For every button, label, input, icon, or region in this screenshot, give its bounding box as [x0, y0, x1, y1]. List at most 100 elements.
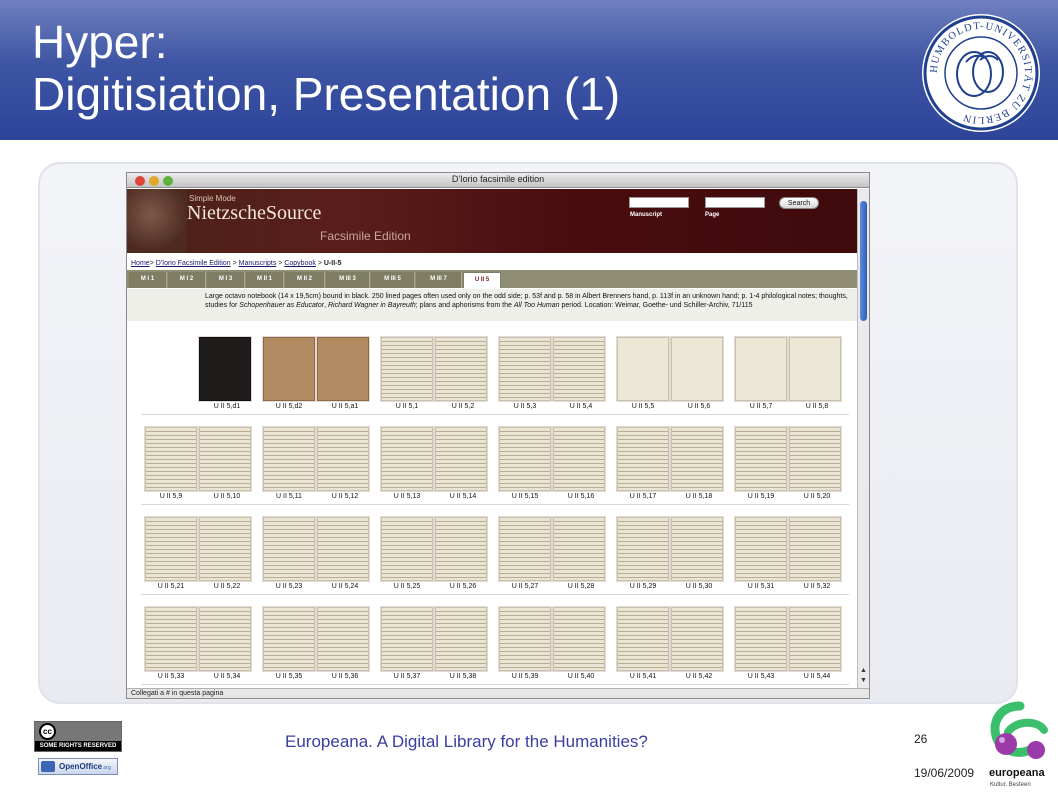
thumbnail-label[interactable]: U II 5,12: [317, 493, 373, 500]
thumbnail-label[interactable]: U II 5,42: [671, 673, 727, 680]
thumbnail-label[interactable]: U II 5,44: [789, 673, 845, 680]
manuscript-page-thumbnail[interactable]: [789, 607, 841, 671]
thumbnail-pair[interactable]: U II 5,13 U II 5,14: [377, 427, 495, 507]
manuscript-page-thumbnail[interactable]: [617, 337, 669, 401]
thumbnail-label[interactable]: U II 5,10: [199, 493, 255, 500]
thumbnail-pair[interactable]: U II 5,5 U II 5,6: [613, 337, 731, 417]
breadcrumb-copybook[interactable]: Copybook: [284, 260, 316, 267]
vertical-scrollbar[interactable]: ▲ ▼: [857, 189, 869, 689]
manuscript-page-thumbnail[interactable]: [553, 427, 605, 491]
thumbnail-pair[interactable]: U II 5,3 U II 5,4: [495, 337, 613, 417]
thumbnail-label[interactable]: U II 5,2: [435, 403, 491, 410]
manuscript-page-thumbnail[interactable]: [317, 427, 369, 491]
manuscript-page-thumbnail[interactable]: [617, 607, 669, 671]
manuscript-page-thumbnail[interactable]: [671, 427, 723, 491]
manuscript-page-thumbnail[interactable]: [789, 427, 841, 491]
scroll-up-icon[interactable]: ▲: [860, 667, 867, 675]
manuscript-page-thumbnail[interactable]: [735, 517, 787, 581]
window-titlebar[interactable]: D'Iorio facsimile edition: [127, 173, 869, 188]
thumbnail-label[interactable]: U II 5,21: [143, 583, 199, 590]
manuscript-page-thumbnail[interactable]: [735, 607, 787, 671]
thumbnail-pair[interactable]: U II 5,d1: [141, 337, 259, 417]
thumbnail-label[interactable]: U II 5,31: [733, 583, 789, 590]
thumbnail-label[interactable]: U II 5,d2: [261, 403, 317, 410]
thumbnail-pair[interactable]: U II 5,35 U II 5,36: [259, 607, 377, 687]
manuscript-page-thumbnail[interactable]: [499, 607, 551, 671]
manuscript-page-thumbnail[interactable]: [435, 337, 487, 401]
manuscript-page-thumbnail[interactable]: [789, 337, 841, 401]
thumbnail-label[interactable]: U II 5,9: [143, 493, 199, 500]
thumbnail-label[interactable]: U II 5,11: [261, 493, 317, 500]
manuscript-page-thumbnail[interactable]: [199, 427, 251, 491]
manuscript-page-thumbnail[interactable]: [435, 427, 487, 491]
manuscript-page-thumbnail[interactable]: [199, 607, 251, 671]
thumbnail-pair[interactable]: U II 5,33 U II 5,34: [141, 607, 259, 687]
tab-m-i-2[interactable]: M I 2: [168, 272, 206, 288]
breadcrumb-home[interactable]: Home: [131, 260, 150, 267]
manuscript-page-thumbnail[interactable]: [735, 337, 787, 401]
thumbnail-pair[interactable]: U II 5,1 U II 5,2: [377, 337, 495, 417]
thumbnail-label[interactable]: U II 5,26: [435, 583, 491, 590]
thumbnail-label[interactable]: U II 5,17: [615, 493, 671, 500]
thumbnail-pair[interactable]: U II 5,43 U II 5,44: [731, 607, 849, 687]
thumbnail-label[interactable]: U II 5,23: [261, 583, 317, 590]
manuscript-page-thumbnail[interactable]: [671, 337, 723, 401]
thumbnail-label[interactable]: U II 5,28: [553, 583, 609, 590]
thumbnail-label[interactable]: U II 5,35: [261, 673, 317, 680]
thumbnail-label[interactable]: U II 5,30: [671, 583, 727, 590]
manuscript-page-thumbnail[interactable]: [263, 607, 315, 671]
thumbnail-label[interactable]: U II 5,34: [199, 673, 255, 680]
manuscript-page-thumbnail[interactable]: [145, 517, 197, 581]
thumbnail-pair[interactable]: U II 5,d2 U II 5,a1: [259, 337, 377, 417]
thumbnail-label[interactable]: U II 5,29: [615, 583, 671, 590]
manuscript-page-thumbnail[interactable]: [553, 517, 605, 581]
manuscript-page-thumbnail[interactable]: [499, 337, 551, 401]
thumbnail-label[interactable]: U II 5,24: [317, 583, 373, 590]
thumbnail-label[interactable]: U II 5,6: [671, 403, 727, 410]
tab-m-iii-7[interactable]: M III 7: [416, 272, 462, 288]
breadcrumb-edition[interactable]: D'Iorio Facsimile Edition: [156, 260, 231, 267]
thumbnail-label[interactable]: U II 5,36: [317, 673, 373, 680]
thumbnail-label[interactable]: U II 5,15: [497, 493, 553, 500]
breadcrumb-manuscripts[interactable]: Manuscripts: [239, 260, 277, 267]
manuscript-page-thumbnail[interactable]: [263, 517, 315, 581]
thumbnail-label[interactable]: U II 5,19: [733, 493, 789, 500]
thumbnail-pair[interactable]: U II 5,29 U II 5,30: [613, 517, 731, 597]
manuscript-page-thumbnail[interactable]: [671, 607, 723, 671]
thumbnail-pair[interactable]: U II 5,37 U II 5,38: [377, 607, 495, 687]
openoffice-badge[interactable]: OpenOffice.org: [38, 758, 118, 775]
thumbnail-label[interactable]: U II 5,43: [733, 673, 789, 680]
manuscript-page-thumbnail[interactable]: [381, 517, 433, 581]
tab-m-ii-2[interactable]: M II 2: [285, 272, 325, 288]
thumbnail-label[interactable]: U II 5,25: [379, 583, 435, 590]
tab-m-iii-5[interactable]: M III 5: [371, 272, 415, 288]
manuscript-page-thumbnail[interactable]: [263, 427, 315, 491]
tab-m-i-1[interactable]: M I 1: [129, 272, 167, 288]
thumbnail-label[interactable]: U II 5,32: [789, 583, 845, 590]
tab-m-iii-3[interactable]: M III 3: [326, 272, 370, 288]
tab-m-i-3[interactable]: M I 3: [207, 272, 245, 288]
thumbnail-label[interactable]: U II 5,16: [553, 493, 609, 500]
thumbnail-label[interactable]: U II 5,7: [733, 403, 789, 410]
thumbnail-pair[interactable]: U II 5,19 U II 5,20: [731, 427, 849, 507]
thumbnail-pair[interactable]: U II 5,31 U II 5,32: [731, 517, 849, 597]
thumbnail-label[interactable]: U II 5,39: [497, 673, 553, 680]
manuscript-page-thumbnail[interactable]: [617, 517, 669, 581]
thumbnail-pair[interactable]: U II 5,39 U II 5,40: [495, 607, 613, 687]
manuscript-page-thumbnail[interactable]: [553, 337, 605, 401]
thumbnail-pair[interactable]: U II 5,7 U II 5,8: [731, 337, 849, 417]
manuscript-page-thumbnail[interactable]: [199, 337, 251, 401]
manuscript-page-thumbnail[interactable]: [263, 337, 315, 401]
thumbnail-label[interactable]: U II 5,38: [435, 673, 491, 680]
thumbnail-label[interactable]: U II 5,22: [199, 583, 255, 590]
thumbnail-pair[interactable]: U II 5,23 U II 5,24: [259, 517, 377, 597]
scroll-down-icon[interactable]: ▼: [860, 677, 867, 685]
thumbnail-label[interactable]: U II 5,a1: [317, 403, 373, 410]
manuscript-page-thumbnail[interactable]: [435, 517, 487, 581]
thumbnail-label[interactable]: U II 5,37: [379, 673, 435, 680]
thumbnail-pair[interactable]: U II 5,15 U II 5,16: [495, 427, 613, 507]
manuscript-page-thumbnail[interactable]: [735, 427, 787, 491]
thumbnail-label[interactable]: U II 5,8: [789, 403, 845, 410]
scrollbar-thumb[interactable]: [860, 201, 867, 321]
thumbnail-pair[interactable]: U II 5,11 U II 5,12: [259, 427, 377, 507]
